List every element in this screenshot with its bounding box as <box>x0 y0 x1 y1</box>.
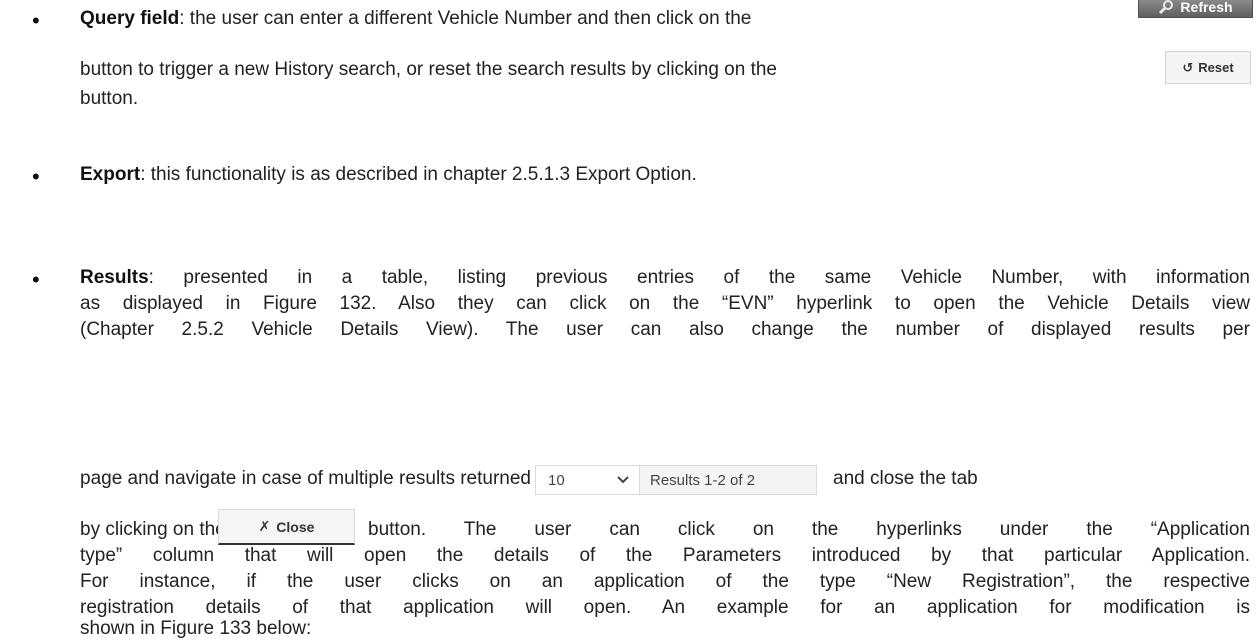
query-paragraph-line1: Query field: the user can enter a differ… <box>80 7 751 31</box>
page-size-select[interactable]: 10 <box>536 466 640 494</box>
export-term: Export <box>80 164 141 185</box>
results-text-3: (Chapter 2.5.2 Vehicle Details View). Th… <box>80 319 1250 340</box>
results-text-6: type” column that will open the details … <box>80 545 1250 566</box>
results-text-5a: by clicking on the <box>80 519 226 540</box>
results-line3: (Chapter 2.5.2 Vehicle Details View). Th… <box>80 318 1250 342</box>
bullet-marker: • <box>32 267 40 292</box>
refresh-button[interactable]: Refresh <box>1138 0 1253 18</box>
results-term: Results <box>80 267 149 288</box>
results-line4a: page and navigate in case of multiple re… <box>80 467 531 491</box>
results-text-9: shown in Figure 133 below: <box>80 618 312 639</box>
bullet-marker: • <box>32 164 40 189</box>
query-text-2: button to trigger a new History search, … <box>80 59 777 80</box>
results-line9: shown in Figure 133 below: <box>80 617 311 641</box>
results-line5a: by clicking on the <box>80 518 226 542</box>
results-text-5b: button. The user can click on the hyperl… <box>368 519 1250 540</box>
query-text-1: : the user can enter a different Vehicle… <box>179 8 752 29</box>
export-paragraph: Export: this functionality is as describ… <box>80 163 697 187</box>
bullet-marker: • <box>32 8 40 33</box>
results-count: Results 1-2 of 2 <box>650 471 756 489</box>
results-line1: Results: presented in a table, listing p… <box>80 266 1250 290</box>
results-text-4a: page and navigate in case of multiple re… <box>80 468 531 489</box>
reset-label: Reset <box>1198 60 1234 75</box>
reset-button[interactable]: ↺ Reset <box>1165 51 1251 84</box>
export-text: : this functionality is as described in … <box>140 164 697 185</box>
close-label: Close <box>276 518 315 535</box>
refresh-label: Refresh <box>1180 0 1233 15</box>
results-line7: For instance, if the user clicks on an a… <box>80 570 1250 594</box>
results-text-7: For instance, if the user clicks on an a… <box>80 571 1250 592</box>
query-paragraph-line2: button to trigger a new History search, … <box>80 58 777 82</box>
query-term: Query field <box>80 8 180 29</box>
close-button[interactable]: ✗ Close <box>218 509 355 545</box>
results-text-8: registration details of that application… <box>80 597 1250 618</box>
results-line6: type” column that will open the details … <box>80 544 1250 568</box>
results-line4b: and close the tab <box>833 467 978 491</box>
magnifier-icon <box>1159 0 1174 14</box>
results-text-4b: and close the tab <box>833 468 978 489</box>
results-line5b: button. The user can click on the hyperl… <box>368 518 1250 542</box>
close-icon: ✗ <box>258 518 271 534</box>
results-line2: as displayed in Figure 132. Also they ca… <box>80 292 1250 316</box>
page-size-value: 10 <box>548 471 565 489</box>
results-text-2: as displayed in Figure 132. Also they ca… <box>80 293 1250 314</box>
pagination-control: 10 Results 1-2 of 2 <box>535 465 817 495</box>
chevron-down-icon <box>617 476 629 484</box>
query-paragraph-line3: button. <box>80 87 138 111</box>
results-text-1: : presented in a table, listing previous… <box>148 267 1250 288</box>
reset-icon: ↺ <box>1182 59 1194 75</box>
query-text-3: button. <box>80 88 139 109</box>
